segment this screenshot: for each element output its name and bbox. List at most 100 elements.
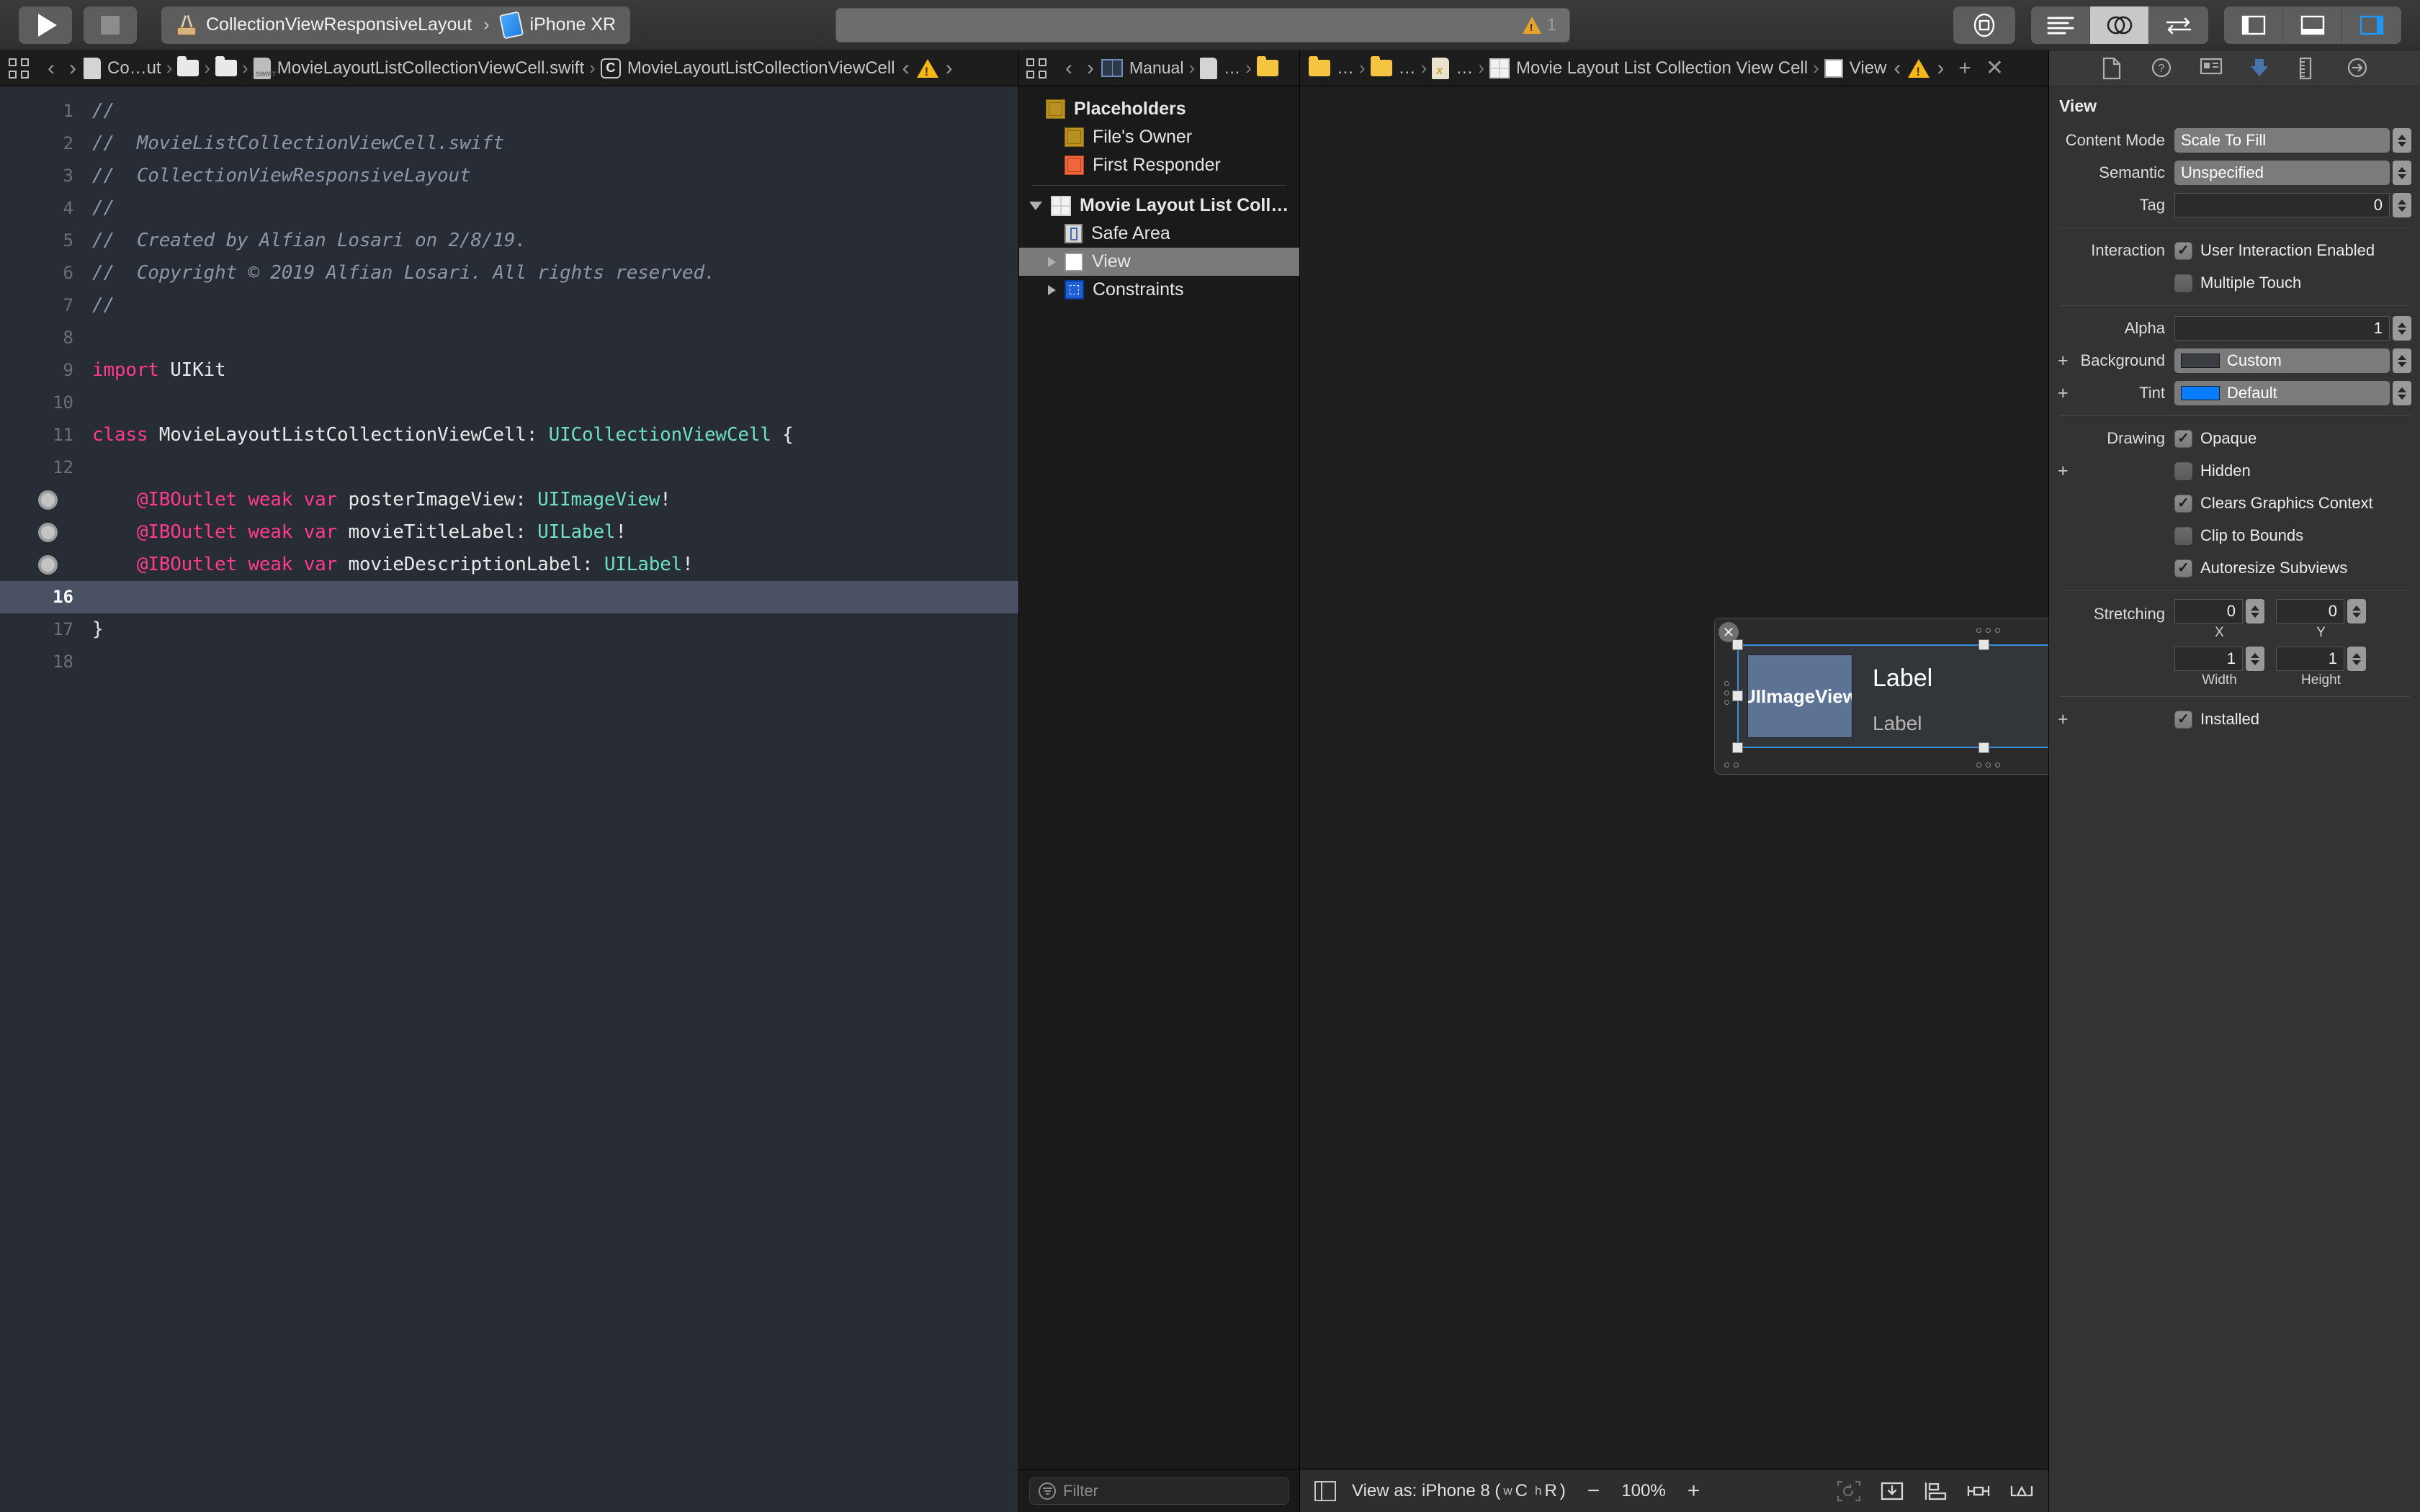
resolve-auto-layout-issues-icon[interactable] [2009,1480,2034,1502]
outline-item-file-s-owner[interactable]: File's Owner [1019,123,1299,151]
outline-item-placeholders[interactable]: Placeholders [1019,95,1299,123]
resize-handle-bottom-left[interactable] [1732,742,1743,753]
semantic-stepper-icon[interactable] [2393,161,2411,185]
code-line[interactable] [85,581,1018,613]
document-outline-toggle-icon[interactable] [1314,1480,1336,1501]
previous-issue-icon[interactable]: ‹ [1886,56,1908,81]
stretching-x-stepper-icon[interactable] [2246,599,2264,624]
next-issue-icon[interactable]: › [938,56,960,81]
line-number[interactable]: 18 [0,646,85,678]
related-items-icon[interactable] [9,58,29,78]
view-as-prefix[interactable]: View as: iPhone 8 ( [1352,1481,1500,1501]
code-line[interactable]: // MovieListCollectionViewCell.swift [85,127,1018,160]
attributes-inspector-icon[interactable] [2249,57,2270,80]
stretching-height-input[interactable]: 1 [2276,647,2344,671]
breakpoint-indicator-icon[interactable] [38,523,58,542]
related-items-icon[interactable] [1026,58,1047,78]
outline-tree[interactable]: Placeholders File's Owner First Responder M… [1019,86,1299,1469]
add-hidden-variation-icon[interactable]: + [2058,462,2069,480]
update-frames-icon[interactable] [1837,1480,1861,1502]
zoom-out-button[interactable]: − [1582,1479,1606,1503]
root-view[interactable]: UIImageView Label Label [1737,644,2048,748]
stretching-height-stepper-icon[interactable] [2347,647,2366,671]
issue-warning-icon[interactable] [1908,58,1930,79]
forward-arrow-icon[interactable]: › [62,56,84,81]
add-editor-icon[interactable]: + [1951,56,1978,81]
multiple-touch-checkbox[interactable]: Multiple Touch [2174,274,2301,292]
line-number[interactable] [0,549,85,581]
poster-image-view[interactable]: UIImageView [1747,654,1852,738]
back-arrow-icon[interactable]: ‹ [1058,56,1080,81]
clears-graphics-context-checkbox[interactable]: ✓ Clears Graphics Context [2174,494,2373,513]
outline-item-first-responder[interactable]: First Responder [1019,151,1299,179]
resize-handle-top-left[interactable] [1732,639,1743,650]
code-line[interactable]: // Copyright © 2019 Alfian Losari. All r… [85,257,1018,289]
code-line[interactable]: // [85,289,1018,322]
outline-item-view[interactable]: View [1019,248,1299,276]
code-editor[interactable]: 1 2 3 4 5 6 7 8 9 10 11 12 16 17 18 //// MovieListColl… [0,86,1018,1512]
code-line[interactable]: @IBOutlet weak var posterImageView: UIIm… [85,484,1018,516]
line-number[interactable]: 6 [0,257,85,289]
line-number[interactable] [0,516,85,549]
forward-arrow-icon[interactable]: › [1080,56,1101,81]
outline-item-safe-area[interactable]: Safe Area [1019,220,1299,248]
zoom-in-button[interactable]: + [1682,1479,1706,1503]
align-icon[interactable] [1923,1480,1948,1502]
content-mode-stepper-icon[interactable] [2393,128,2411,153]
movie-title-label[interactable]: Label [1873,665,1932,693]
stretching-y-stepper-icon[interactable] [2347,599,2366,624]
code-line[interactable]: @IBOutlet weak var movieTitleLabel: UILa… [85,516,1018,549]
movie-description-label[interactable]: Label [1873,712,1922,735]
version-editor-button[interactable] [2149,6,2208,44]
disclosure-triangle-icon[interactable] [1048,256,1056,267]
stretching-y-input[interactable]: 0 [2276,599,2344,624]
opaque-checkbox[interactable]: ✓ Opaque [2174,429,2257,448]
breadcrumb-folder-1[interactable] [177,56,200,76]
code-line[interactable] [85,322,1018,354]
clip-to-bounds-checkbox[interactable]: Clip to Bounds [2174,526,2303,545]
autoresize-subviews-checkbox[interactable]: ✓ Autoresize Subviews [2174,559,2347,577]
breadcrumb-view[interactable]: View [1824,58,1886,78]
back-arrow-icon[interactable]: ‹ [40,56,62,81]
code-line[interactable] [85,387,1018,419]
warning-icon[interactable] [1522,17,1541,34]
add-background-variation-icon[interactable]: + [2058,351,2069,370]
code-line[interactable]: @IBOutlet weak var movieDescriptionLabel… [85,549,1018,581]
navigator-toggle-button[interactable] [2224,6,2283,44]
breadcrumb-symbol[interactable]: C MovieLayoutListCollectionViewCell [600,58,895,78]
line-number[interactable]: 2 [0,127,85,160]
outline-item-constraints[interactable]: Constraints [1019,276,1299,304]
line-number[interactable]: 5 [0,225,85,257]
code-line[interactable]: import UIKit [85,354,1018,387]
library-button[interactable] [1953,6,2015,44]
breadcrumb-folder[interactable] [1256,56,1278,76]
connections-inspector-icon[interactable] [2347,57,2368,80]
code-line[interactable]: class MovieLayoutListCollectionViewCell:… [85,419,1018,451]
debug-area-toggle-button[interactable] [2283,6,2342,44]
breadcrumb-project[interactable]: Co…ut [84,57,161,79]
issue-warning-icon[interactable] [916,58,938,79]
line-number[interactable]: 7 [0,289,85,322]
stop-button[interactable] [84,6,137,44]
breadcrumb-file[interactable]: SWIFT MovieLayoutListCollectionViewCell.… [253,57,584,79]
alpha-stepper-icon[interactable] [2393,316,2411,341]
breadcrumb-cell[interactable]: Movie Layout List Collection View Cell [1489,58,1808,78]
outline-item-movie-layout-list-coll[interactable]: Movie Layout List Coll… [1019,192,1299,220]
ib-canvas[interactable]: ✕ UIImageView Label Label [1300,86,2048,1469]
line-number[interactable]: 4 [0,192,85,225]
stretching-width-stepper-icon[interactable] [2246,647,2264,671]
embed-in-icon[interactable] [1880,1480,1904,1502]
line-number[interactable]: 3 [0,160,85,192]
code-line[interactable] [85,646,1018,678]
run-button[interactable] [19,6,72,44]
resize-handle-middle-left[interactable] [1732,690,1743,701]
code-line[interactable]: } [85,613,1018,646]
code-line[interactable] [85,451,1018,484]
breadcrumb-manual[interactable]: Manual [1101,58,1183,78]
user-interaction-enabled-checkbox[interactable]: ✓ User Interaction Enabled [2174,241,2375,260]
tag-input[interactable]: 0 [2174,193,2390,217]
code-line[interactable]: // CollectionViewResponsiveLayout [85,160,1018,192]
file-inspector-icon[interactable] [2102,57,2123,80]
tag-stepper-icon[interactable] [2393,193,2411,217]
alpha-input[interactable]: 1 [2174,316,2390,341]
